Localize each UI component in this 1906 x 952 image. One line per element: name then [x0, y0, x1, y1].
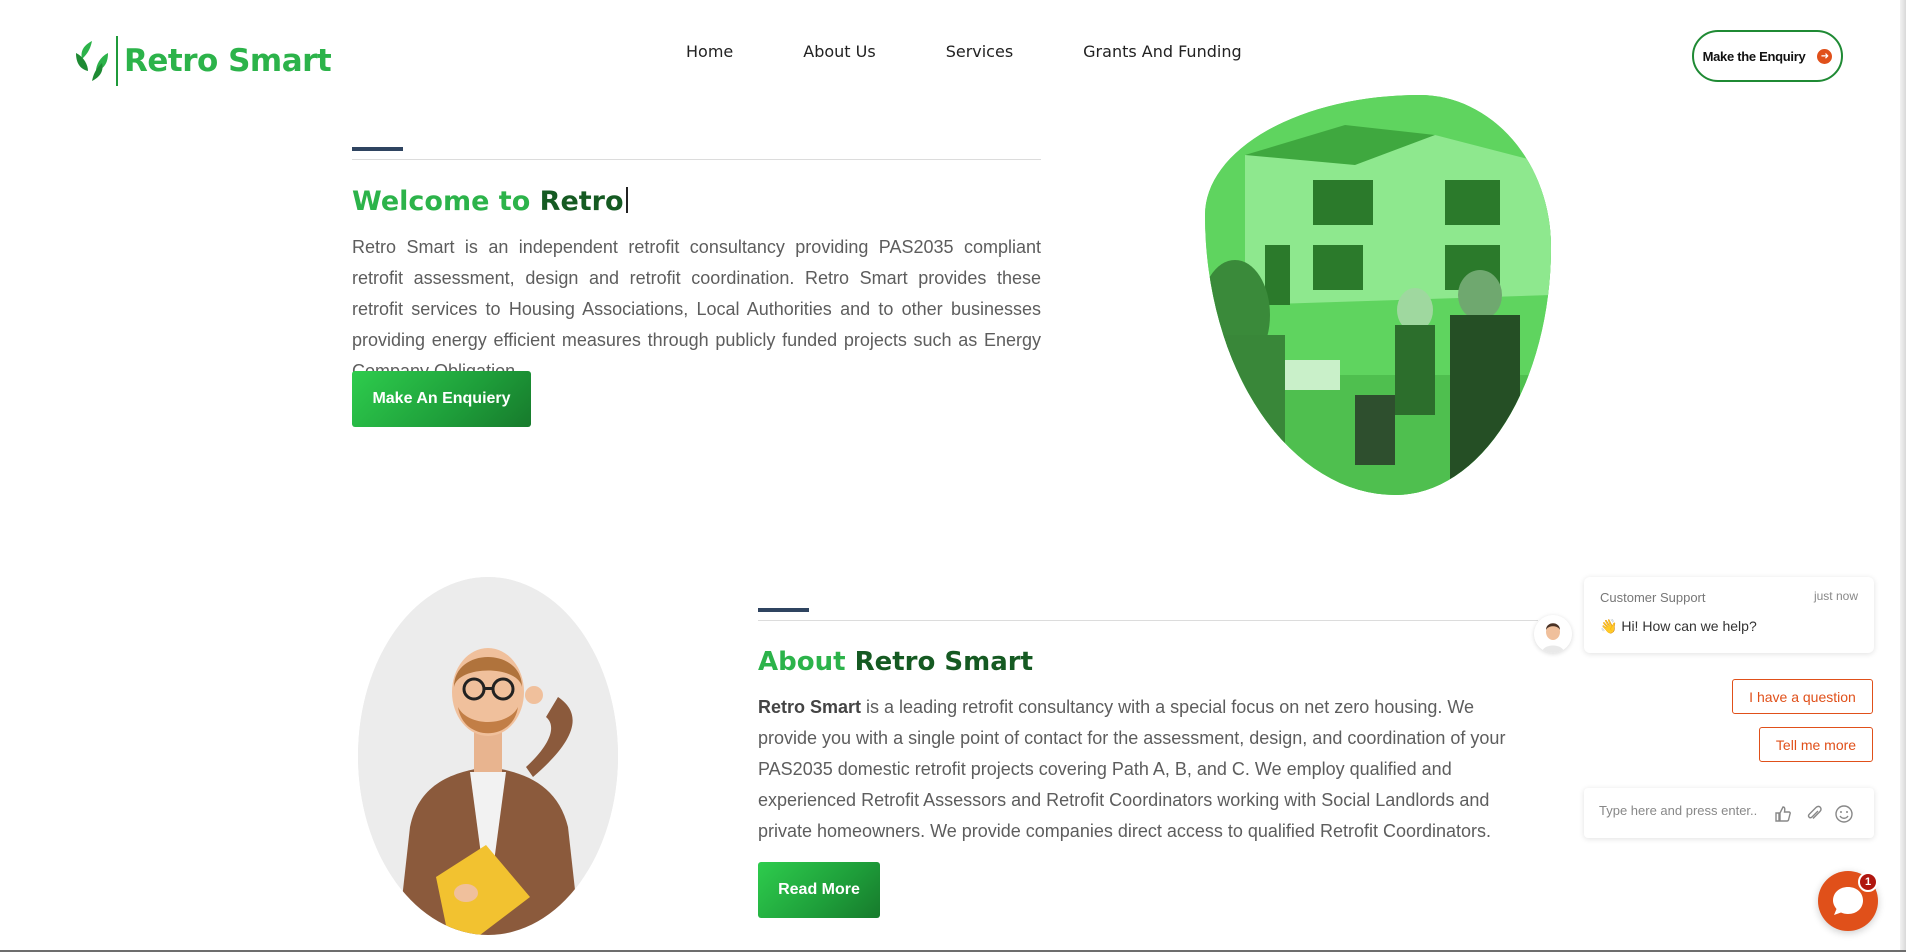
nav-grants-and-funding[interactable]: Grants And Funding: [1083, 42, 1241, 61]
chat-welcome-message: Customer Support just now 👋 Hi! How can …: [1584, 577, 1874, 653]
support-avatar: [1534, 615, 1572, 653]
nav-home[interactable]: Home: [686, 42, 733, 61]
scrollbar-track[interactable]: [1900, 0, 1906, 952]
logo[interactable]: Retro Smart: [74, 34, 332, 88]
logo-divider: [116, 36, 118, 86]
logo-text: Retro Smart: [124, 43, 332, 79]
hero-divider: [352, 159, 1041, 160]
main-nav: Home About Us Services Grants And Fundin…: [686, 42, 1312, 61]
chat-option-tell-me-more[interactable]: Tell me more: [1759, 727, 1873, 762]
make-the-enquiry-label: Make the Enquiry: [1702, 48, 1806, 64]
emoji-smile-icon[interactable]: [1834, 804, 1854, 824]
nav-services[interactable]: Services: [946, 42, 1013, 61]
make-an-enquiry-button[interactable]: Make An Enquiery: [352, 371, 531, 427]
hero-title: Welcome to Retro: [352, 186, 628, 217]
chat-timestamp: just now: [1813, 589, 1858, 603]
hero-accent-line: [352, 147, 403, 151]
about-divider: [758, 620, 1538, 621]
chat-option-i-have-a-question[interactable]: I have a question: [1732, 679, 1873, 714]
hero-photo: [1205, 95, 1551, 495]
thumbs-up-icon[interactable]: [1773, 804, 1793, 824]
chat-message: 👋 Hi! How can we help?: [1600, 618, 1757, 634]
make-the-enquiry-button[interactable]: Make the Enquiry ➜: [1692, 30, 1843, 82]
chat-input-bar: [1584, 788, 1874, 838]
read-more-button[interactable]: Read More: [758, 862, 880, 918]
chat-agent-name: Customer Support: [1600, 590, 1706, 605]
about-description: Retro Smart is a leading retrofit consul…: [758, 697, 1506, 841]
about-title: About Retro Smart: [758, 647, 1034, 677]
about-accent-line: [758, 608, 809, 612]
arrow-right-circle-icon: ➜: [1817, 48, 1833, 64]
chat-message-input[interactable]: [1599, 803, 1759, 818]
logo-mark-icon: [74, 39, 110, 83]
nav-about-us[interactable]: About Us: [803, 42, 875, 61]
site-header: Retro Smart Home About Us Services Grant…: [0, 0, 1906, 110]
about-illustration: [358, 577, 618, 935]
notification-badge: 1: [1858, 872, 1878, 892]
paperclip-icon[interactable]: [1804, 804, 1824, 824]
hero-description: Retro Smart is an independent retrofit c…: [352, 237, 1041, 381]
typing-caret: [625, 187, 628, 213]
wave-icon: 👋: [1600, 618, 1618, 634]
